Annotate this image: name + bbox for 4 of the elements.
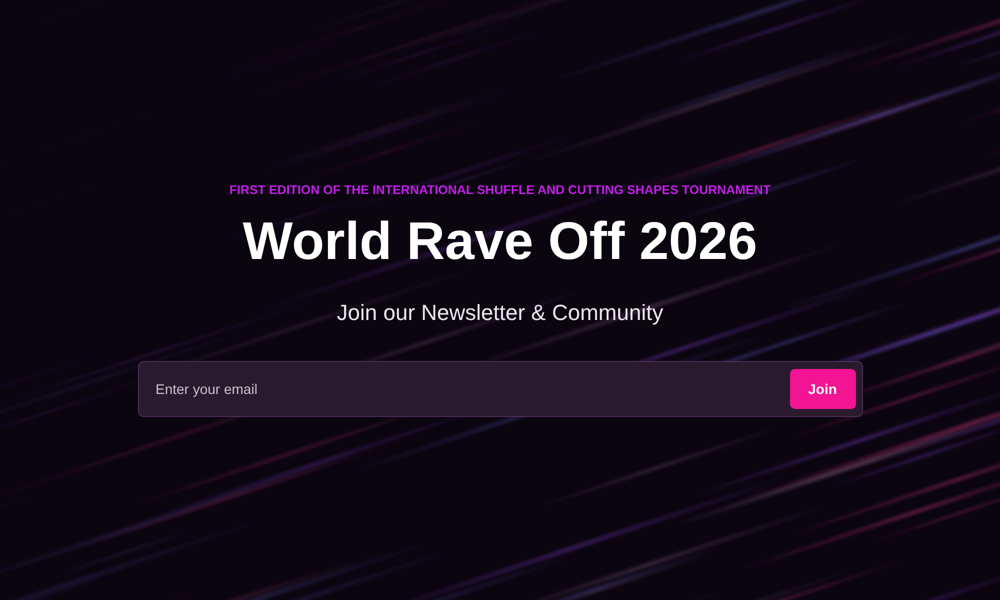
tournament-tagline: FIRST EDITION OF THE INTERNATIONAL SHUFFLE AND CUTTING SHAPES TOURNAMENT [229, 182, 771, 198]
event-title: World Rave Off 2026 [242, 212, 758, 272]
newsletter-subtitle: Join our Newsletter & Community [336, 299, 664, 326]
join-button[interactable]: Join [790, 369, 856, 409]
